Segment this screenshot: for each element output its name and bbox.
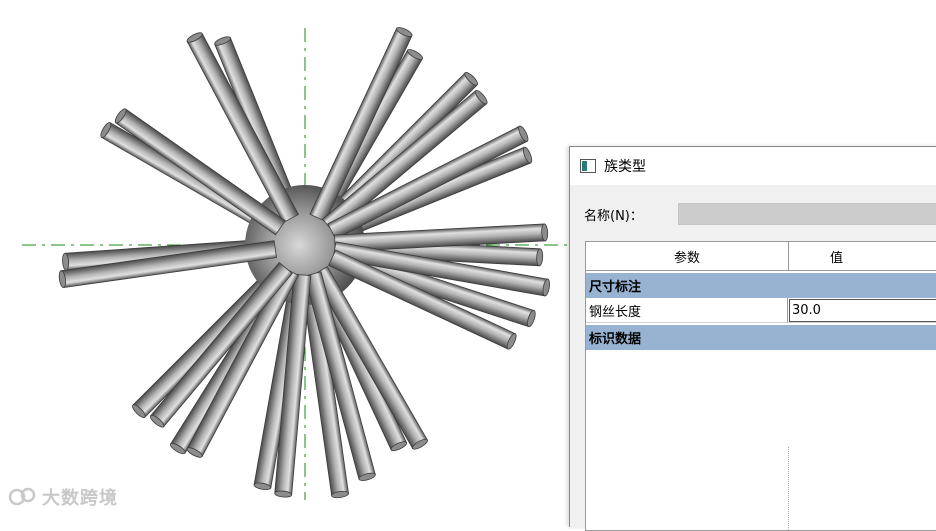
app-icon <box>580 159 596 173</box>
column-header-value[interactable]: 值 <box>789 242 936 270</box>
watermark: 大数跨境 <box>8 484 118 510</box>
group-dimensions[interactable]: 尺寸标注 <box>586 273 936 298</box>
param-value-input[interactable]: 30.0 <box>789 299 936 322</box>
name-dropdown[interactable] <box>678 203 936 225</box>
watermark-text: 大数跨境 <box>42 488 118 509</box>
dialog-titlebar[interactable]: 族类型 <box>570 147 936 185</box>
grid-column-divider <box>788 447 789 530</box>
column-header-param[interactable]: 参数 <box>586 242 789 270</box>
group-identity-data[interactable]: 标识数据 <box>586 325 936 350</box>
dialog-title: 族类型 <box>604 159 646 175</box>
param-name: 钢丝长度 <box>586 298 788 322</box>
wire-rod-end-cap <box>536 248 544 267</box>
name-row: 名称(N)： <box>584 203 936 225</box>
watermark-logo-icon <box>8 487 36 506</box>
name-label: 名称(N)： <box>584 208 643 224</box>
wire-rod-end-cap <box>541 223 549 242</box>
parameter-grid: 参数 值 尺寸标注 钢丝长度 30.0 标识数据 <box>585 241 936 531</box>
param-row: 钢丝长度 30.0 <box>586 298 936 323</box>
grid-header: 参数 值 <box>586 242 936 271</box>
family-types-dialog: 族类型 名称(N)： 参数 值 尺寸标注 钢丝长度 30.0 标识数据 <box>569 146 936 531</box>
